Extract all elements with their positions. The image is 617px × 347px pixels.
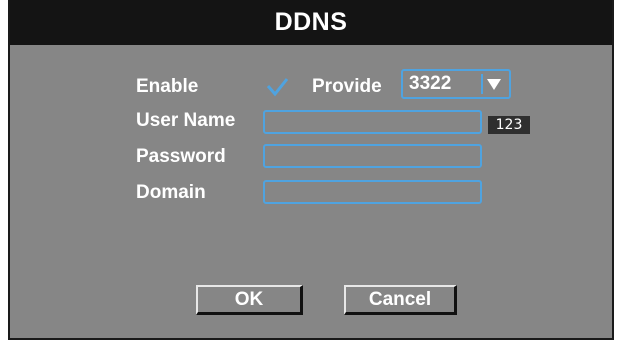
title-bar: DDNS xyxy=(10,0,612,45)
triangle-down-icon xyxy=(487,79,501,90)
keyboard-mode-badge[interactable]: 123 xyxy=(488,116,530,134)
enable-checkbox[interactable] xyxy=(266,76,289,98)
password-field[interactable] xyxy=(263,144,482,168)
enable-label: Enable xyxy=(136,76,199,97)
provide-label: Provide xyxy=(312,76,382,97)
cancel-button[interactable]: Cancel xyxy=(344,285,457,315)
provider-value: 3322 xyxy=(409,73,452,94)
password-label: Password xyxy=(136,146,226,167)
dropdown-arrow[interactable] xyxy=(481,74,505,94)
ok-button[interactable]: OK xyxy=(196,285,303,315)
checkmark-icon xyxy=(266,78,289,97)
ddns-dialog: DDNS Enable Provide 3322 User Name 123 P… xyxy=(8,0,614,340)
username-label: User Name xyxy=(136,110,236,131)
domain-field[interactable] xyxy=(263,180,482,204)
domain-label: Domain xyxy=(136,182,206,203)
provider-select[interactable]: 3322 xyxy=(401,69,511,99)
username-field[interactable] xyxy=(263,110,482,134)
dialog-title: DDNS xyxy=(274,8,348,36)
